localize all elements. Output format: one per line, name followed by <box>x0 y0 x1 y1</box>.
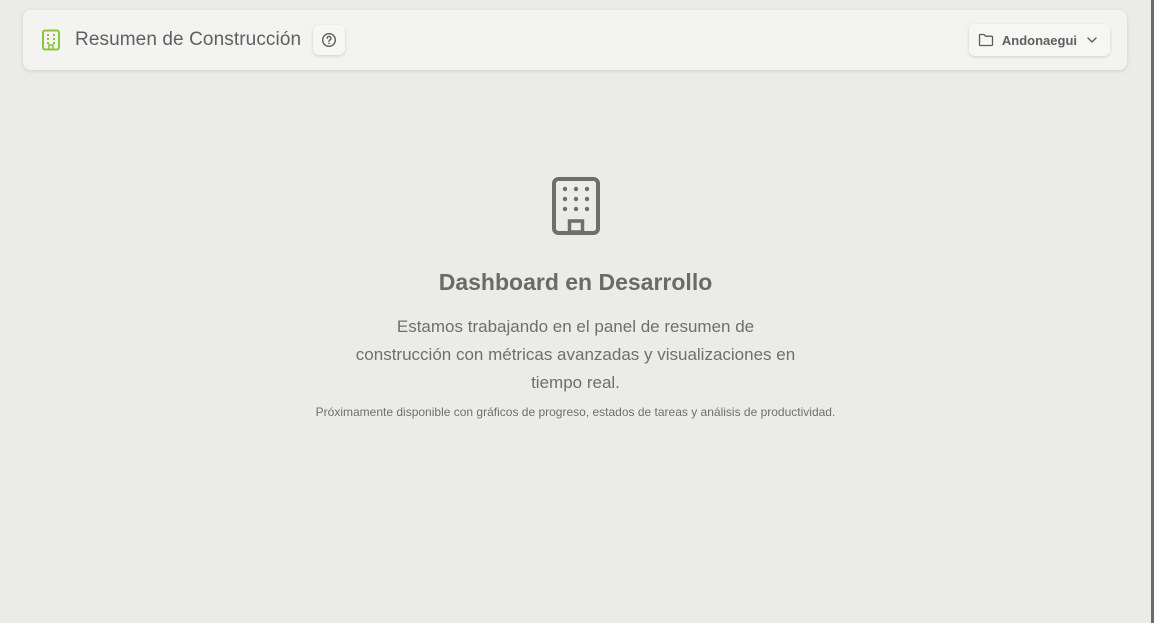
help-button[interactable] <box>313 25 346 55</box>
project-selector[interactable]: Andonaegui <box>968 24 1110 56</box>
placeholder-note: Próximamente disponible con gráficos de … <box>315 405 836 419</box>
page-title: Resumen de Construcción <box>75 29 302 50</box>
project-selector-value: Andonaegui <box>1001 32 1077 48</box>
placeholder-title: Dashboard en Desarrollo <box>438 269 713 295</box>
chevron-down-icon <box>1086 36 1098 44</box>
folder-icon <box>978 33 994 47</box>
page-header: Resumen de Construcción Andonaegui <box>23 10 1127 70</box>
help-circle-icon <box>321 32 337 48</box>
building-icon <box>41 29 61 51</box>
placeholder-section: Dashboard en Desarrollo Estamos trabajan… <box>0 176 1151 419</box>
header-left: Resumen de Construcción <box>41 10 346 70</box>
placeholder-description: Estamos trabajando en el panel de resume… <box>355 317 796 392</box>
building-icon <box>551 176 601 238</box>
